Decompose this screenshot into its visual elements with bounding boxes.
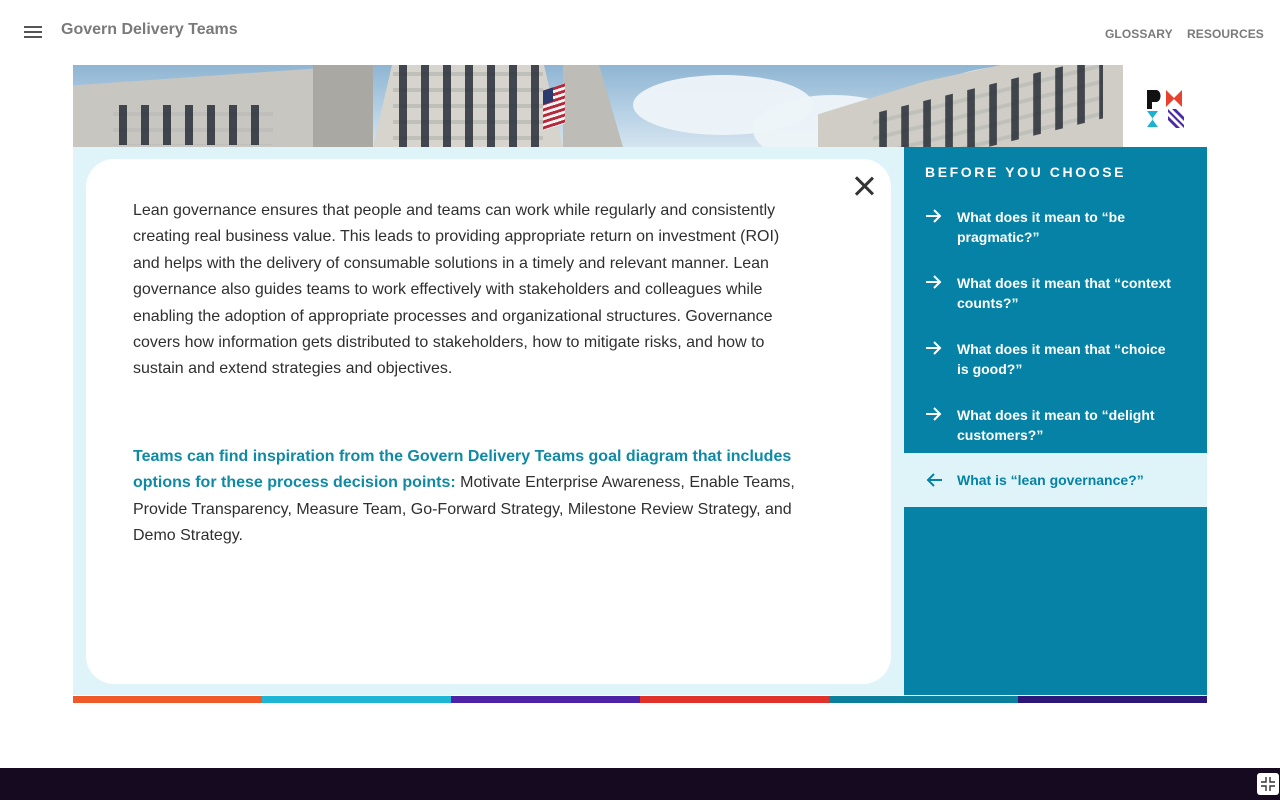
goal-diagram-callout: Teams can find inspiration from the Gove… [133,444,798,550]
color-stripe-bar [73,696,1207,703]
exit-fullscreen-button[interactable] [1257,773,1279,795]
arrow-right-icon [926,209,942,223]
arrow-right-icon [926,407,942,421]
sidebar-title: BEFORE YOU CHOOSE [925,164,1127,180]
sidebar-item-label: What is “lean governance?” [957,472,1144,488]
arrow-right-icon [926,275,942,289]
sidebar-item-be-pragmatic[interactable]: What does it mean to “be pragmatic?” [904,207,1207,247]
page-title: Govern Delivery Teams [61,21,238,38]
description-paragraph: Lean governance ensures that people and … [133,202,780,378]
exit-fullscreen-icon [1261,777,1275,791]
nav-glossary-link[interactable]: GLOSSARY [1105,27,1173,41]
sidebar-item-label: What does it mean to “delight customers?… [957,407,1155,443]
close-icon[interactable] [853,174,875,198]
pmi-logo [1147,90,1184,128]
arrow-right-icon [926,341,942,355]
nav-resources-link[interactable]: RESOURCES [1187,27,1264,41]
sidebar-item-label: What does it mean that “context counts?” [957,275,1171,311]
sidebar-item-lean-governance[interactable]: What is “lean governance?” [904,453,1207,507]
before-you-choose-sidebar: BEFORE YOU CHOOSE What does it mean to “… [904,147,1207,695]
sidebar-item-label: What does it mean to “be pragmatic?” [957,209,1126,245]
hamburger-menu-icon[interactable] [24,26,42,39]
sidebar-item-label: What does it mean that “choice is good?” [957,341,1166,377]
sidebar-item-delight-customers[interactable]: What does it mean to “delight customers?… [904,405,1207,445]
arrow-left-icon [926,473,942,487]
banner-image [73,65,1123,147]
sidebar-item-choice-is-good[interactable]: What does it mean that “choice is good?” [904,339,1207,379]
sidebar-item-context-counts[interactable]: What does it mean that “context counts?” [904,273,1207,313]
top-bar: Govern Delivery Teams GLOSSARY RESOURCES [0,0,1280,64]
footer-bar [0,768,1280,800]
